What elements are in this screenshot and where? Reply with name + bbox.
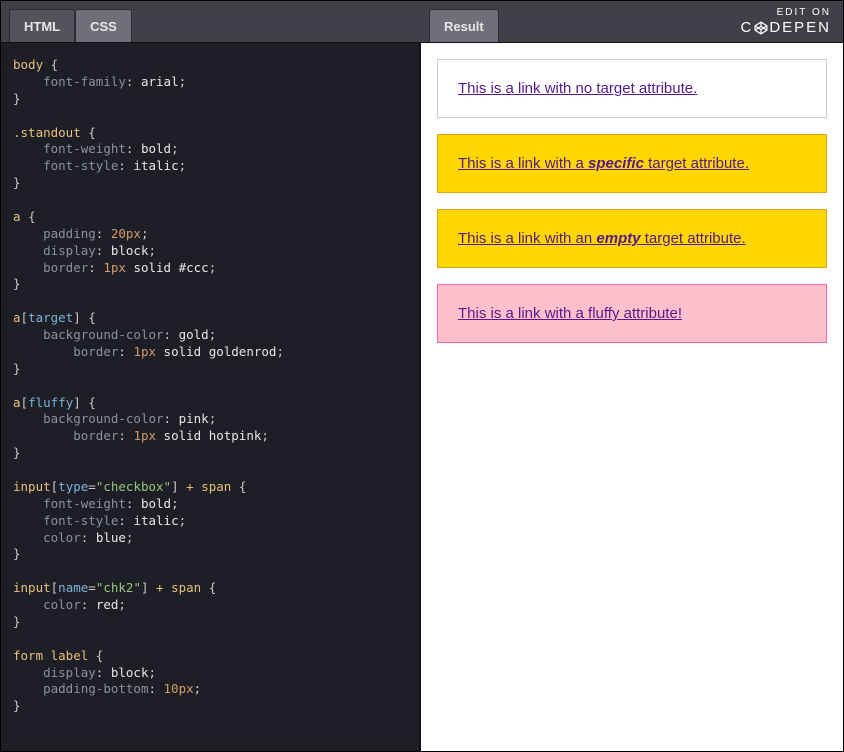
panes: body { font-family: arial; } .standout {…: [1, 43, 843, 751]
result-pane: This is a link with no target attribute.…: [421, 43, 843, 751]
result-content: This is a link with no target attribute.…: [421, 43, 843, 375]
css-source: body { font-family: arial; } .standout {…: [1, 43, 419, 729]
result-link-em: specific: [588, 155, 644, 172]
result-link-text: This is a link with a fluffy attribute!: [458, 305, 682, 322]
result-link-text: This is a link with a: [458, 155, 588, 172]
editor-tabs: HTML CSS: [1, 1, 132, 42]
result-link-empty-target[interactable]: This is a link with an empty target attr…: [437, 209, 827, 268]
tab-css[interactable]: CSS: [75, 9, 132, 42]
tab-html[interactable]: HTML: [9, 9, 75, 42]
codepen-cube-icon: [754, 21, 768, 35]
result-link-text: This is a link with no target attribute.: [458, 80, 697, 97]
result-link-no-target[interactable]: This is a link with no target attribute.: [437, 59, 827, 118]
edit-on-label: EDIT ON: [777, 8, 831, 18]
result-link-specific-target[interactable]: This is a link with a specific target at…: [437, 134, 827, 193]
codepen-logo-text-right: DEPEN: [769, 20, 831, 35]
result-link-text: target attribute.: [644, 155, 749, 172]
tab-result[interactable]: Result: [429, 9, 499, 42]
result-link-fluffy[interactable]: This is a link with a fluffy attribute!: [437, 284, 827, 343]
result-link-text: This is a link with an: [458, 230, 596, 247]
topbar: HTML CSS Result EDIT ON C DEPEN: [1, 1, 843, 43]
result-link-text: target attribute.: [641, 230, 746, 247]
edit-on-codepen-link[interactable]: EDIT ON C DEPEN: [740, 1, 843, 42]
codepen-logo: C DEPEN: [740, 20, 831, 35]
codepen-logo-text-left: C: [740, 20, 753, 35]
codepen-embed: HTML CSS Result EDIT ON C DEPEN: [0, 0, 844, 752]
result-link-em: empty: [596, 230, 640, 247]
code-editor[interactable]: body { font-family: arial; } .standout {…: [1, 43, 421, 751]
